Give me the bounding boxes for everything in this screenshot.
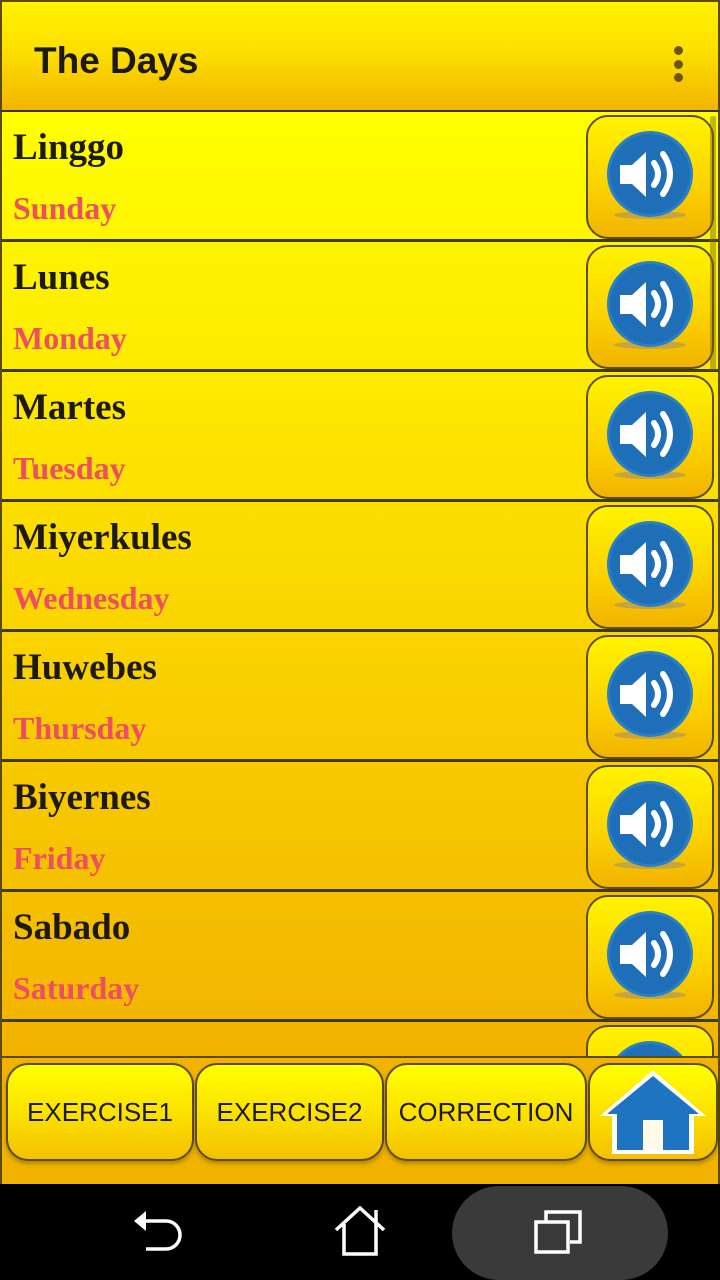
english-translation: Tuesday	[13, 450, 126, 486]
play-audio-button[interactable]	[586, 1025, 714, 1056]
bottom-toolbar: EXERCISE1 EXERCISE2 CORRECTION	[0, 1056, 720, 1184]
correction-button[interactable]: CORRECTION	[385, 1063, 587, 1161]
recents-icon	[534, 1210, 582, 1254]
list-item[interactable]: Huwebes Thursday	[2, 632, 718, 762]
english-translation: Wednesday	[13, 580, 170, 616]
home-button[interactable]	[588, 1063, 718, 1161]
english-translation: Friday	[13, 840, 106, 876]
days-list[interactable]: Linggo Sunday Lunes Monday Martes Tuesday Miye…	[0, 112, 720, 1056]
dot	[673, 59, 683, 69]
exercise1-button[interactable]: EXERCISE1	[6, 1063, 194, 1161]
english-translation: Saturday	[13, 970, 140, 1006]
list-item[interactable]: Miyerkules Wednesday	[2, 502, 718, 632]
play-audio-button[interactable]	[586, 635, 714, 759]
play-audio-button[interactable]	[586, 505, 714, 629]
native-word: Huwebes	[13, 647, 157, 688]
list-item[interactable]: Biyernes Friday	[2, 762, 718, 892]
dot	[673, 46, 683, 55]
speaker-icon	[607, 521, 693, 609]
list-item[interactable]: Sabado Saturday	[2, 892, 718, 1022]
english-translation: Sunday	[13, 190, 117, 226]
list-item[interactable]: Linggo Sunday	[2, 112, 718, 242]
speaker-icon	[607, 391, 693, 479]
dot	[673, 73, 683, 82]
speaker-icon	[617, 1041, 683, 1056]
play-audio-button[interactable]	[586, 765, 714, 889]
recents-button[interactable]	[452, 1186, 668, 1280]
native-word: Biyernes	[13, 777, 151, 818]
list-item[interactable]	[2, 1022, 718, 1056]
scrollbar[interactable]	[710, 116, 716, 371]
back-icon	[134, 1211, 182, 1251]
exercise2-button[interactable]: EXERCISE2	[195, 1063, 384, 1161]
speaker-icon	[607, 261, 693, 349]
play-audio-button[interactable]	[586, 895, 714, 1019]
english-translation: Monday	[13, 320, 127, 356]
native-word: Sabado	[13, 907, 131, 948]
page-title: The Days	[34, 40, 199, 81]
native-word: Martes	[13, 387, 126, 428]
native-word: Miyerkules	[13, 517, 192, 558]
play-audio-button[interactable]	[586, 115, 714, 239]
home-icon	[334, 1206, 386, 1256]
speaker-icon	[607, 781, 693, 869]
list-item[interactable]: Lunes Monday	[2, 242, 718, 372]
house-icon	[600, 1070, 706, 1154]
play-audio-button[interactable]	[586, 245, 714, 369]
speaker-icon	[607, 911, 693, 999]
back-button[interactable]	[110, 1184, 210, 1280]
system-navigation-bar	[0, 1184, 720, 1280]
app-bar: The Days	[0, 0, 720, 112]
native-word: Linggo	[13, 127, 125, 168]
speaker-icon	[607, 651, 693, 739]
speaker-icon	[607, 131, 693, 219]
english-translation: Thursday	[13, 710, 147, 746]
play-audio-button[interactable]	[586, 375, 714, 499]
overflow-menu-icon[interactable]	[668, 46, 688, 82]
system-home-button[interactable]	[310, 1184, 410, 1280]
native-word: Lunes	[13, 257, 110, 298]
list-item[interactable]: Martes Tuesday	[2, 372, 718, 502]
